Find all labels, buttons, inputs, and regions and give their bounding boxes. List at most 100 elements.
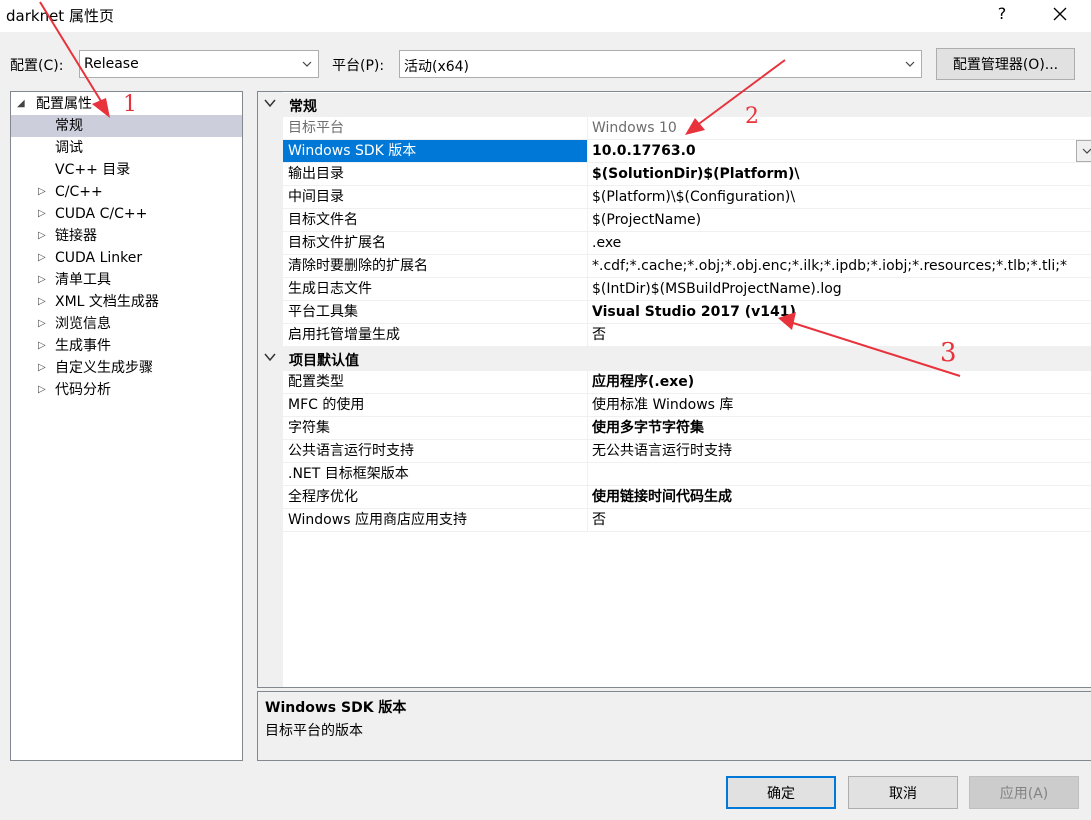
property-value[interactable]: 10.0.17763.0 xyxy=(589,140,1079,162)
property-row[interactable]: 目标文件扩展名 .exe xyxy=(283,232,1091,255)
expand-arrow-icon[interactable]: ▷ xyxy=(38,335,46,357)
property-value[interactable]: $(ProjectName) xyxy=(589,209,1079,231)
property-name: 清除时要删除的扩展名 xyxy=(283,255,588,277)
platform-combo[interactable]: 活动(x64) xyxy=(399,50,922,78)
tree-item[interactable]: ▷ 浏览信息 xyxy=(11,313,242,335)
annotation-number-2: 2 xyxy=(745,104,759,129)
config-manager-button[interactable]: 配置管理器(O)... xyxy=(936,48,1075,80)
property-value[interactable]: 无公共语言运行时支持 xyxy=(589,440,1079,462)
expand-arrow-icon[interactable]: ▷ xyxy=(38,181,46,203)
property-value[interactable]: *.cdf;*.cache;*.obj;*.obj.enc;*.ilk;*.ip… xyxy=(589,255,1079,277)
apply-button[interactable]: 应用(A) xyxy=(969,776,1079,809)
collapse-chevron-icon[interactable] xyxy=(264,96,276,113)
property-name: .NET 目标框架版本 xyxy=(283,463,588,485)
config-label: 配置(C): xyxy=(10,58,64,74)
property-row[interactable]: 平台工具集 Visual Studio 2017 (v141) xyxy=(283,301,1091,324)
property-name: MFC 的使用 xyxy=(283,394,588,416)
close-icon[interactable] xyxy=(1046,0,1074,28)
expand-arrow-icon[interactable]: ▷ xyxy=(38,269,46,291)
tree-item-label: 常规 xyxy=(55,118,83,134)
grid-category-label: 常规 xyxy=(289,99,317,115)
property-row[interactable]: Windows 应用商店应用支持否 xyxy=(283,509,1091,532)
tree-item[interactable]: ▷ 代码分析 xyxy=(11,379,242,401)
property-value[interactable]: $(Platform)\$(Configuration)\ xyxy=(589,186,1079,208)
description-panel: Windows SDK 版本 目标平台的版本 xyxy=(257,691,1091,761)
property-name: Windows SDK 版本 xyxy=(283,140,588,162)
tree-item[interactable]: ▷ XML 文档生成器 xyxy=(11,291,242,313)
help-button[interactable]: ? xyxy=(992,4,1012,23)
tree-item[interactable]: ▷ 清单工具 xyxy=(11,269,242,291)
property-value[interactable]: 否 xyxy=(589,324,1079,346)
property-name: 目标文件扩展名 xyxy=(283,232,588,254)
property-name: 公共语言运行时支持 xyxy=(283,440,588,462)
property-row[interactable]: 中间目录 $(Platform)\$(Configuration)\ xyxy=(283,186,1091,209)
grid-category[interactable]: 常规 xyxy=(258,93,1091,117)
tree-item[interactable]: ▷ 生成事件 xyxy=(11,335,242,357)
property-row[interactable]: Windows SDK 版本 10.0.17763.0 xyxy=(283,140,1091,163)
property-value[interactable]: 使用标准 Windows 库 xyxy=(589,394,1079,416)
property-row[interactable]: 配置类型 应用程序(.exe) xyxy=(283,371,1091,394)
expand-arrow-icon[interactable]: ▷ xyxy=(38,291,46,313)
tree-item-label: 清单工具 xyxy=(55,272,111,288)
tree-item[interactable]: 常规 xyxy=(11,115,242,137)
property-value[interactable] xyxy=(589,463,1079,485)
property-value[interactable]: 使用链接时间代码生成 xyxy=(589,486,1079,508)
expand-arrow-icon[interactable]: ▷ xyxy=(38,225,46,247)
tree-item-label: CUDA Linker xyxy=(55,250,143,266)
property-row[interactable]: .NET 目标框架版本 xyxy=(283,463,1091,486)
tree-item[interactable]: ▷ CUDA C/C++ xyxy=(11,203,242,225)
property-row[interactable]: MFC 的使用 使用标准 Windows 库 xyxy=(283,394,1091,417)
property-row[interactable]: 全程序优化 使用链接时间代码生成 xyxy=(283,486,1091,509)
property-value[interactable]: 应用程序(.exe) xyxy=(589,371,1079,393)
property-value[interactable]: $(SolutionDir)$(Platform)\ xyxy=(589,163,1079,185)
property-row[interactable]: 输出目录 $(SolutionDir)$(Platform)\ xyxy=(283,163,1091,186)
expand-arrow-icon[interactable]: ▷ xyxy=(38,313,46,335)
annotation-number-1: 1 xyxy=(123,92,137,117)
property-value[interactable]: Windows 10 xyxy=(589,117,1079,139)
property-name: 目标平台 xyxy=(283,117,588,139)
grid-category[interactable]: 项目默认值 xyxy=(258,347,1091,371)
tree-item[interactable]: ▷ 自定义生成步骤 xyxy=(11,357,242,379)
property-row[interactable]: 清除时要删除的扩展名 *.cdf;*.cache;*.obj;*.obj.enc;… xyxy=(283,255,1091,278)
expand-arrow-icon[interactable]: ▷ xyxy=(38,247,46,269)
collapse-chevron-icon[interactable] xyxy=(264,350,276,367)
tree-item[interactable]: ▷ CUDA Linker xyxy=(11,247,242,269)
chevron-down-icon xyxy=(905,61,915,67)
property-name: 平台工具集 xyxy=(283,301,588,323)
property-row[interactable]: 目标文件名 $(ProjectName) xyxy=(283,209,1091,232)
tree-item[interactable]: VC++ 目录 xyxy=(11,159,242,181)
tree-item[interactable]: ▷ C/C++ xyxy=(11,181,242,203)
tree-item-label: 链接器 xyxy=(55,228,97,244)
tree-item[interactable]: ▷ 链接器 xyxy=(11,225,242,247)
property-value[interactable]: 使用多字节字符集 xyxy=(589,417,1079,439)
property-row[interactable]: 公共语言运行时支持 无公共语言运行时支持 xyxy=(283,440,1091,463)
property-row[interactable]: 字符集 使用多字节字符集 xyxy=(283,417,1091,440)
value-dropdown-button[interactable] xyxy=(1076,140,1091,162)
description-text: 目标平台的版本 xyxy=(265,723,363,739)
expand-arrow-icon[interactable]: ▷ xyxy=(38,203,46,225)
property-row[interactable]: 生成日志文件 $(IntDir)$(MSBuildProjectName).log xyxy=(283,278,1091,301)
property-name: 输出目录 xyxy=(283,163,588,185)
property-row[interactable]: 启用托管增量生成否 xyxy=(283,324,1091,347)
property-name: 目标文件名 xyxy=(283,209,588,231)
property-value[interactable]: .exe xyxy=(589,232,1079,254)
config-value: Release xyxy=(84,56,139,72)
tree-item-label: XML 文档生成器 xyxy=(55,294,159,310)
tree-item-label: 生成事件 xyxy=(55,338,111,354)
expand-arrow-icon[interactable]: ▷ xyxy=(38,357,46,379)
config-combo[interactable]: Release xyxy=(79,50,319,78)
property-value[interactable]: Visual Studio 2017 (v141) xyxy=(589,301,1079,323)
cancel-button[interactable]: 取消 xyxy=(848,776,958,809)
config-tree: ◢ 配置属性 常规 调试 VC++ 目录 ▷ C/C++ ▷ CUDA C/C++ ▷ 链接器 ▷… xyxy=(10,91,243,761)
expand-arrow-icon[interactable]: ▷ xyxy=(38,379,46,401)
property-value[interactable]: $(IntDir)$(MSBuildProjectName).log xyxy=(589,278,1079,300)
tree-item-label: 自定义生成步骤 xyxy=(55,360,153,376)
tree-item-label: 代码分析 xyxy=(55,382,111,398)
ok-button[interactable]: 确定 xyxy=(726,776,836,809)
tree-item-label: 调试 xyxy=(55,140,83,156)
property-row[interactable]: 目标平台 Windows 10 xyxy=(283,117,1091,140)
grid-category-label: 项目默认值 xyxy=(289,353,359,369)
tree-item[interactable]: 调试 xyxy=(11,137,242,159)
property-name: 启用托管增量生成 xyxy=(283,324,588,346)
property-value[interactable]: 否 xyxy=(589,509,1079,531)
